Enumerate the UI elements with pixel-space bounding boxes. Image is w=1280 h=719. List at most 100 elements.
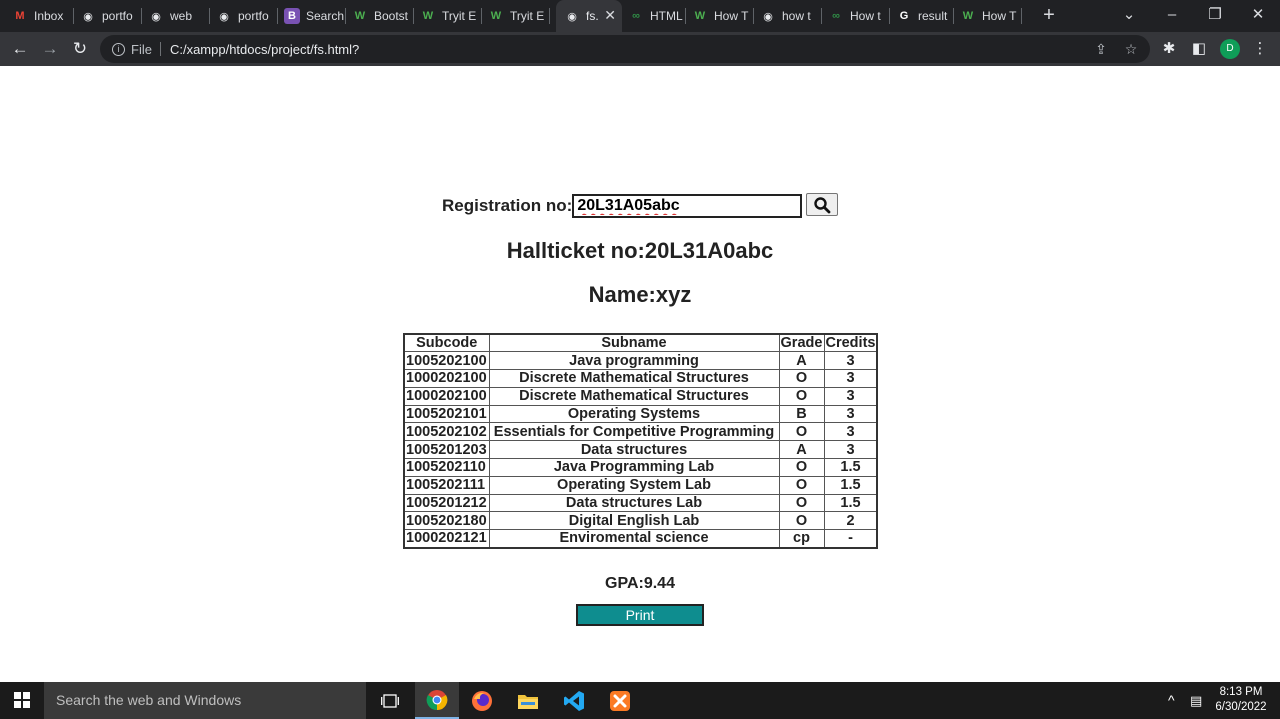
registration-input[interactable] bbox=[572, 194, 803, 218]
cell-grade: cp bbox=[778, 529, 825, 549]
file-explorer-taskbar-icon[interactable] bbox=[506, 682, 550, 719]
tab-separator bbox=[821, 8, 822, 24]
w3schools-icon: W bbox=[962, 10, 974, 22]
cell-subname: Data structures Lab bbox=[488, 493, 780, 513]
browser-tab[interactable]: Gresult bbox=[896, 4, 954, 28]
cell-subcode: 1005202110 bbox=[403, 458, 490, 477]
windows-start-icon[interactable] bbox=[14, 692, 30, 708]
cell-subcode: 1000202100 bbox=[403, 386, 490, 406]
cell-subcode: 1005202101 bbox=[403, 404, 490, 424]
browser-tab[interactable]: W How T bbox=[692, 4, 754, 28]
student-name-heading: Name:xyz bbox=[588, 282, 692, 307]
cell-subcode: 1005202180 bbox=[403, 511, 490, 531]
browser-tab-label: Search bbox=[306, 9, 345, 23]
browser-tab[interactable]: W Tryit E bbox=[420, 4, 482, 28]
extensions-icon[interactable]: ✱ bbox=[1158, 38, 1180, 60]
browser-tab[interactable]: M Inbox bbox=[12, 4, 74, 28]
header-subcode: Subcode bbox=[403, 333, 490, 353]
site-info-icon[interactable]: i bbox=[112, 42, 125, 56]
browser-tab-label: result bbox=[918, 9, 948, 23]
browser-tab[interactable]: ◉ web bbox=[148, 4, 210, 28]
reload-icon[interactable]: ↻ bbox=[69, 38, 91, 60]
side-panel-icon[interactable]: ◧ bbox=[1188, 38, 1210, 60]
globe-icon: ◉ bbox=[567, 10, 577, 23]
tab-search-icon[interactable]: ⌄ bbox=[1117, 4, 1141, 26]
vscode-taskbar-icon[interactable] bbox=[552, 682, 596, 719]
xampp-taskbar-icon[interactable] bbox=[598, 682, 642, 719]
chrome-taskbar-icon[interactable] bbox=[415, 682, 459, 719]
profile-avatar[interactable]: D bbox=[1220, 39, 1240, 59]
cell-subcode: 1005201212 bbox=[403, 493, 490, 513]
tutorial-icon: ∞ bbox=[632, 10, 640, 22]
tab-separator bbox=[1021, 8, 1022, 24]
table-row: 1005201203 Data structures A 3 bbox=[403, 440, 878, 460]
cell-credits: 3 bbox=[823, 422, 878, 442]
table-row: 1000202100 Discrete Mathematical Structur… bbox=[403, 369, 878, 388]
address-bar[interactable]: i File C:/xampp/htdocs/project/fs.html? … bbox=[100, 35, 1150, 63]
close-tab-icon[interactable]: ✕ bbox=[604, 7, 616, 24]
share-icon[interactable]: ⇪ bbox=[1090, 35, 1112, 63]
new-tab-button[interactable]: + bbox=[1040, 5, 1058, 25]
globe-icon: ◉ bbox=[83, 10, 93, 23]
browser-tab-strip: M Inbox ◉ portfo ◉ web ◉ portfo B Search W Bootst W T… bbox=[0, 0, 1280, 32]
browser-tab[interactable]: ∞ HTML bbox=[628, 4, 686, 28]
forward-icon[interactable]: → bbox=[39, 38, 61, 60]
cell-subname: Java Programming Lab bbox=[488, 458, 780, 477]
show-hidden-icons-icon[interactable]: ^ bbox=[1168, 682, 1175, 719]
tab-separator bbox=[413, 8, 414, 24]
taskbar-clock[interactable]: 8:13 PM 6/30/2022 bbox=[1210, 685, 1272, 715]
browser-tab[interactable]: ◉ how t bbox=[760, 4, 822, 28]
table-row: 1005201212 Data structures Lab O 1.5 bbox=[403, 493, 878, 513]
browser-tab[interactable]: ◉ portfo bbox=[80, 4, 142, 28]
cell-subname: Java programming bbox=[488, 351, 780, 371]
cell-grade: O bbox=[778, 493, 825, 513]
table-row: 1000202100 Discrete Mathematical Structur… bbox=[403, 386, 878, 406]
browser-tab[interactable]: B Search bbox=[284, 4, 346, 28]
notifications-icon[interactable]: ▤ bbox=[1190, 682, 1202, 719]
minimize-button[interactable]: – bbox=[1160, 4, 1184, 26]
header-subname: Subname bbox=[488, 333, 780, 353]
browser-tab[interactable]: W Bootst bbox=[352, 4, 414, 28]
print-button[interactable]: Print bbox=[576, 604, 704, 626]
browser-tab[interactable]: W Tryit E bbox=[488, 4, 550, 28]
firefox-taskbar-icon[interactable] bbox=[460, 682, 504, 719]
bookmark-star-icon[interactable]: ☆ bbox=[1120, 35, 1142, 63]
search-icon bbox=[814, 196, 831, 213]
cell-subname: Data structures bbox=[488, 440, 780, 460]
browser-tab[interactable]: ∞ How t bbox=[828, 4, 890, 28]
cell-grade: O bbox=[778, 369, 825, 388]
back-icon[interactable]: ← bbox=[9, 38, 31, 60]
browser-tab[interactable]: W How T bbox=[960, 4, 1022, 28]
tutorial-icon: ∞ bbox=[832, 10, 840, 22]
task-view-icon[interactable] bbox=[368, 682, 412, 719]
restore-button[interactable]: ❐ bbox=[1203, 4, 1227, 26]
search-button[interactable] bbox=[806, 193, 838, 216]
browser-tab-label: How T bbox=[714, 9, 749, 23]
hallticket-heading: Hallticket no:20L31A0abc bbox=[506, 238, 774, 263]
browser-tab-label: Bootst bbox=[374, 9, 409, 23]
cell-credits: 1.5 bbox=[823, 458, 878, 477]
tab-separator bbox=[481, 8, 482, 24]
header-credits: Credits bbox=[823, 333, 878, 353]
browser-tab[interactable]: ◉ portfo bbox=[216, 4, 278, 28]
globe-icon: ◉ bbox=[151, 10, 161, 23]
browser-tab[interactable]: ◉ fs. ✕ bbox=[556, 0, 622, 32]
browser-tab-label: portfo bbox=[102, 9, 133, 23]
windows-taskbar: Search the web and Windows ^ ▤ 8:13 PM 6… bbox=[0, 682, 1280, 719]
tab-separator bbox=[953, 8, 954, 24]
table-row: 1005202180 Digital English Lab O 2 bbox=[403, 511, 878, 531]
tab-separator bbox=[753, 8, 754, 24]
cell-subname: Digital English Lab bbox=[488, 511, 780, 531]
cell-grade: O bbox=[778, 475, 825, 495]
menu-kebab-icon[interactable]: ⋮ bbox=[1249, 38, 1271, 60]
cell-subcode: 1005201203 bbox=[403, 440, 490, 460]
cell-subname: Discrete Mathematical Structures bbox=[488, 369, 780, 388]
cell-grade: B bbox=[778, 404, 825, 424]
browser-tab-label: Tryit E bbox=[510, 9, 545, 23]
cell-subname: Essentials for Competitive Programming bbox=[488, 422, 780, 442]
taskbar-search-box[interactable]: Search the web and Windows bbox=[44, 682, 366, 719]
close-window-button[interactable]: ✕ bbox=[1246, 4, 1270, 26]
globe-icon: ◉ bbox=[763, 10, 773, 23]
cell-subname: Operating System Lab bbox=[488, 475, 780, 495]
url-text[interactable]: C:/xampp/htdocs/project/fs.html? bbox=[170, 42, 359, 57]
